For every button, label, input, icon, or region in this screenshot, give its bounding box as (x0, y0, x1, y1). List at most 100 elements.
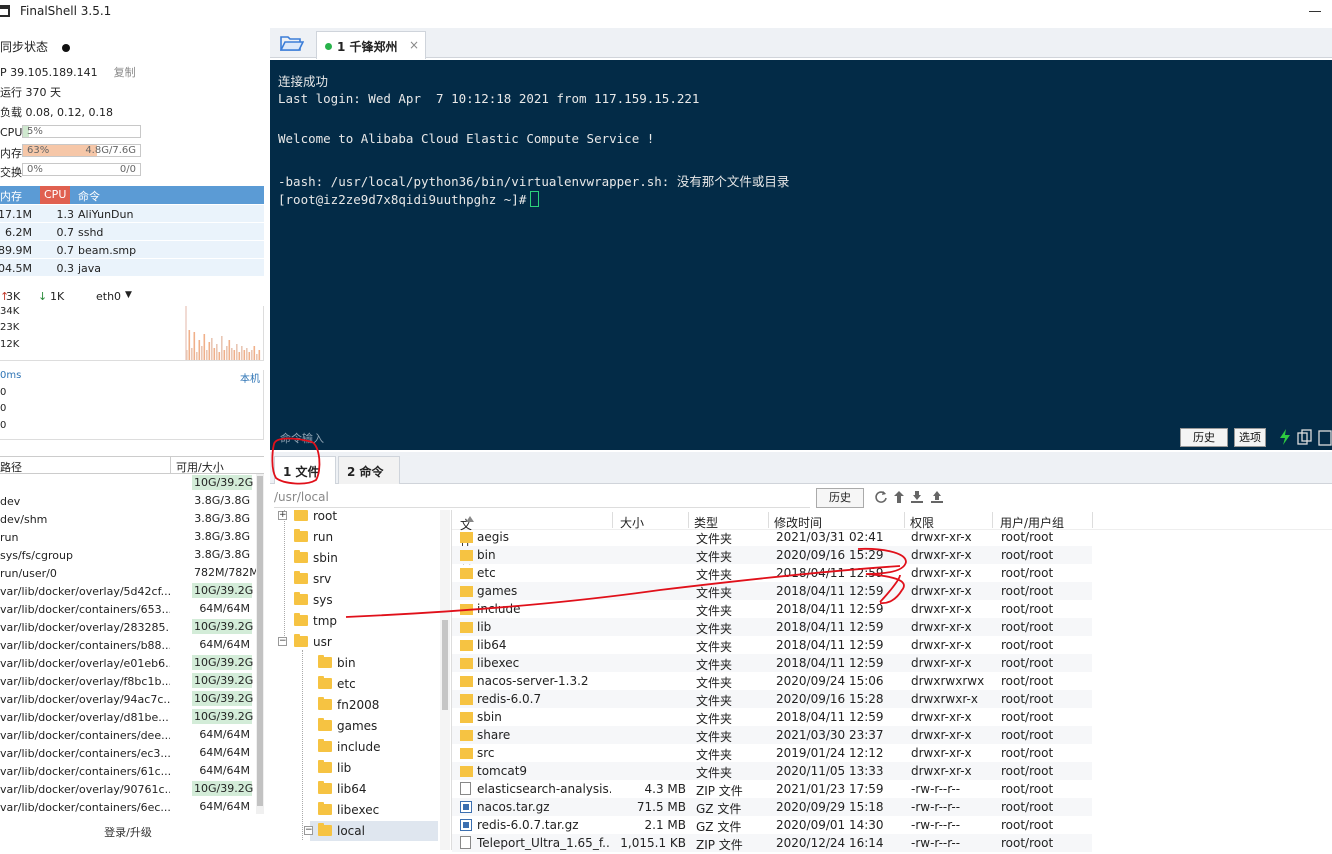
network-bar (191, 348, 193, 360)
tree-node[interactable]: libexec (318, 800, 438, 820)
file-type: 文件夹 (696, 640, 733, 654)
network-interface-select[interactable]: eth0 (96, 290, 121, 303)
disk-row[interactable]: var/lib/docker/containers/ec3... 64M/64M (0, 744, 256, 762)
login-upgrade-link[interactable]: 登录/升级 (0, 824, 256, 840)
file-row[interactable]: lib64 文件夹 2018/04/11 12:59 drwxr-xr-x root/r… (452, 636, 1092, 654)
refresh-icon[interactable] (874, 490, 888, 504)
tree-node[interactable]: sbin (294, 548, 414, 568)
disk-row[interactable]: sys/fs/cgroup 3.8G/3.8G (0, 546, 256, 564)
file-name: libexec (477, 656, 520, 670)
process-mem-header[interactable]: 内存 (0, 188, 22, 204)
disk-row[interactable]: var/lib/docker/overlay/94ac7c... 10G/39.2… (0, 690, 256, 708)
disk-row[interactable]: var/lib/docker/overlay/5d42cf... 10G/39.2… (0, 582, 256, 600)
disk-row[interactable]: dev/shm 3.8G/3.8G (0, 510, 256, 528)
terminal-cursor (530, 191, 540, 207)
chevron-down-icon[interactable]: ▼ (125, 290, 132, 300)
disk-row[interactable]: var/lib/docker/containers/653... 64M/64M (0, 600, 256, 618)
tree-node[interactable]: games (318, 716, 438, 736)
process-row[interactable]: 89.9M 0.7 beam.smp (0, 241, 264, 259)
process-row[interactable]: 17.1M 1.3 AliYunDun (0, 205, 264, 223)
tree-node[interactable]: srv (294, 569, 414, 589)
download-icon[interactable] (910, 490, 924, 504)
disk-row[interactable]: var/lib/docker/overlay/283285... 10G/39.2… (0, 618, 256, 636)
lightning-icon[interactable] (1276, 428, 1294, 446)
file-row[interactable]: redis-6.0.7 文件夹 2020/09/16 15:28 drwxrwxr-x… (452, 690, 1092, 708)
disk-scrollbar[interactable] (256, 474, 264, 814)
tree-node[interactable]: local (310, 821, 438, 841)
process-cpu-header[interactable]: CPU (40, 186, 70, 204)
connected-dot-icon (325, 43, 332, 50)
tree-node[interactable]: fn2008 (318, 695, 438, 715)
tree-node[interactable]: root (294, 510, 414, 526)
disk-row[interactable]: run 3.8G/3.8G (0, 528, 256, 546)
process-row[interactable]: 804.5M 0.3java (0, 259, 264, 277)
session-tab[interactable]: 1 千锋郑州 × (316, 31, 426, 59)
tree-node[interactable]: include (318, 737, 438, 757)
collapse-icon[interactable]: − (278, 637, 287, 646)
disk-row[interactable]: dev 3.8G/3.8G (0, 492, 256, 510)
file-row[interactable]: bin 文件夹 2020/09/16 15:29 drwxr-xr-x root/roo… (452, 546, 1092, 564)
expand-icon[interactable]: + (278, 511, 287, 520)
disk-row[interactable]: var/lib/docker/overlay/f8bc1b... 10G/39.2… (0, 672, 256, 690)
file-row[interactable]: elasticsearch-analysis... 4.3 MB ZIP 文件 202… (452, 780, 1092, 798)
options-button[interactable]: 选项 (1234, 428, 1266, 447)
folder-open-icon[interactable] (280, 34, 304, 52)
up-directory-icon[interactable] (892, 490, 906, 504)
disk-row[interactable]: 10G/39.2G (0, 474, 256, 492)
disk-row[interactable]: var/lib/docker/containers/6ec... 64M/64M (0, 798, 256, 816)
copy-ip-link[interactable]: 复制 (114, 66, 136, 79)
file-row[interactable]: redis-6.0.7.tar.gz 2.1 MB GZ 文件 2020/09/01 … (452, 816, 1092, 834)
file-row[interactable]: src 文件夹 2019/01/24 12:12 drwxr-xr-x root/roo… (452, 744, 1092, 762)
file-row[interactable]: tomcat9 文件夹 2020/11/05 13:33 drwxr-xr-x root… (452, 762, 1092, 780)
file-row[interactable]: Teleport_Ultra_1.65_f... 1,015.1 KB ZIP 文件… (452, 834, 1092, 852)
clipboard-icon[interactable] (1316, 428, 1332, 446)
disk-avail-header[interactable]: 可用/大小 (176, 459, 224, 475)
file-row[interactable]: etc 文件夹 2018/04/11 12:59 drwxr-xr-x root/roo… (452, 564, 1092, 582)
process-row[interactable]: 6.2M 0.7 sshd (0, 223, 264, 241)
file-row[interactable]: include 文件夹 2018/04/11 12:59 drwxr-xr-x root… (452, 600, 1092, 618)
file-row[interactable]: libexec 文件夹 2018/04/11 12:59 drwxr-xr-x root… (452, 654, 1092, 672)
copy-icon[interactable] (1296, 428, 1314, 446)
disk-row[interactable]: var/lib/docker/containers/dee... 64M/64M (0, 726, 256, 744)
file-owner: root/root (1001, 746, 1054, 760)
tree-node[interactable]: usr (294, 632, 414, 652)
file-row[interactable]: nacos-server-1.3.2 文件夹 2020/09/24 15:06 drw… (452, 672, 1092, 690)
collapse-icon[interactable]: − (304, 826, 313, 835)
file-row[interactable]: lib 文件夹 2018/04/11 12:59 drwxr-xr-x root/roo… (452, 618, 1092, 636)
tree-node[interactable]: etc (318, 674, 438, 694)
upload-icon[interactable] (930, 490, 944, 504)
close-icon[interactable]: × (409, 38, 419, 52)
path-input[interactable]: /usr/local (274, 488, 810, 508)
disk-path-header[interactable]: 路径 (0, 459, 22, 475)
disk-row[interactable]: var/lib/docker/overlay/90761c... 10G/39.2… (0, 780, 256, 798)
tree-scrollbar[interactable] (440, 510, 450, 850)
tree-node[interactable]: sys (294, 590, 414, 610)
disk-size: 10G/39.2G (192, 709, 254, 724)
file-row[interactable]: sbin 文件夹 2018/04/11 12:59 drwxr-xr-x root/ro… (452, 708, 1092, 726)
disk-row[interactable]: run/user/0 782M/782M (0, 564, 259, 582)
tree-node[interactable]: tmp (294, 611, 414, 631)
disk-row[interactable]: var/lib/docker/overlay/e01eb6... 10G/39.2… (0, 654, 256, 672)
disk-row[interactable]: var/lib/docker/overlay/d81be... 10G/39.2G (0, 708, 256, 726)
tree-node[interactable]: bin (318, 653, 438, 673)
file-mtime: 2020/09/01 14:30 (776, 818, 884, 832)
tree-node[interactable]: lib (318, 758, 438, 778)
terminal[interactable]: 连接成功 Last login: Wed Apr 7 10:12:18 2021… (270, 60, 1332, 450)
path-history-button[interactable]: 历史 (816, 488, 864, 508)
tree-node[interactable]: run (294, 527, 414, 547)
history-button[interactable]: 历史 (1180, 428, 1228, 447)
disk-row[interactable]: var/lib/docker/containers/61c... 64M/64M (0, 762, 256, 780)
ping-host-label[interactable]: 本机 (240, 370, 260, 385)
command-input[interactable]: 命令输入 (280, 430, 324, 446)
tab-commands[interactable]: 2 命令 (338, 456, 400, 484)
file-row[interactable]: aegis 文件夹 2021/03/31 02:41 drwxr-xr-x root/r… (452, 528, 1092, 546)
file-row[interactable]: games 文件夹 2018/04/11 12:59 drwxr-xr-x root/r… (452, 582, 1092, 600)
folder-icon (460, 586, 473, 597)
disk-row[interactable]: var/lib/docker/containers/b88... 64M/64M (0, 636, 256, 654)
minimize-button[interactable] (1309, 11, 1321, 12)
tab-files[interactable]: 1 文件 (274, 456, 336, 484)
file-row[interactable]: nacos.tar.gz 71.5 MB GZ 文件 2020/09/29 15:18… (452, 798, 1092, 816)
file-row[interactable]: share 文件夹 2021/03/30 23:37 drwxr-xr-x root/r… (452, 726, 1092, 744)
tree-node[interactable]: lib64 (318, 779, 438, 799)
process-cmd-header[interactable]: 命令 (78, 188, 100, 204)
